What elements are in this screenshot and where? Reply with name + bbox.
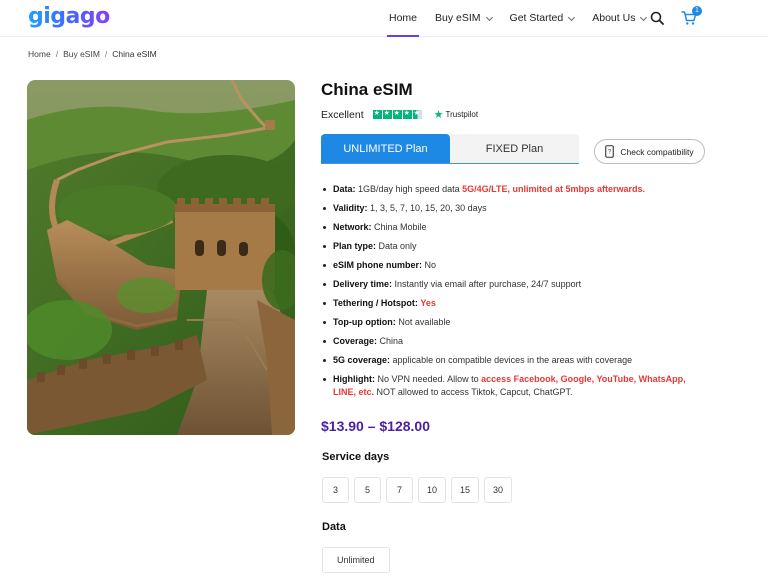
service-days-label: Service days <box>322 451 390 463</box>
spec-5g-coverage: 5G coverage: applicable on compatible de… <box>321 354 711 367</box>
service-day-option[interactable]: 10 <box>418 477 447 503</box>
chevron-down-icon <box>485 13 493 21</box>
phone-icon: ? <box>605 145 615 158</box>
breadcrumb-separator: / <box>55 49 59 59</box>
service-day-option[interactable]: 30 <box>484 477 513 503</box>
star-icon <box>392 109 402 119</box>
spec-highlight: Highlight: No VPN needed. Allow to acces… <box>321 373 711 399</box>
breadcrumb-buy-esim[interactable]: Buy eSIM <box>63 49 100 59</box>
breadcrumb-current: China eSIM <box>112 49 157 59</box>
product-title: China eSIM <box>321 80 413 99</box>
trustpilot-logo: ★ Trustpilot <box>433 109 479 121</box>
tab-fixed-plan[interactable]: FIXED Plan <box>450 134 579 163</box>
search-icon[interactable] <box>650 11 664 25</box>
service-day-option[interactable]: 3 <box>322 477 349 503</box>
spec-tethering: Tethering / Hotspot: Yes <box>321 297 711 310</box>
spec-phone-number: eSIM phone number: No <box>321 259 711 272</box>
main-nav: Home Buy eSIM Get Started About Us <box>380 0 655 37</box>
nav-about-us[interactable]: About Us <box>592 0 648 37</box>
spec-validity: Validity: 1, 3, 5, 7, 10, 15, 20, 30 day… <box>321 202 711 215</box>
service-day-option[interactable]: 15 <box>451 477 480 503</box>
spec-data: Data: 1GB/day high speed data 5G/4G/LTE,… <box>321 183 711 196</box>
data-option-label: Data <box>322 521 346 533</box>
data-option-unlimited[interactable]: Unlimited <box>322 547 390 573</box>
service-days-options: 3 5 7 10 15 30 <box>322 477 517 503</box>
nav-get-started[interactable]: Get Started <box>510 0 576 37</box>
spec-delivery-time: Delivery time: Instantly via email after… <box>321 278 711 291</box>
site-header: gigago Home Buy eSIM Get Started About U… <box>0 0 768 37</box>
service-day-option[interactable]: 5 <box>354 477 381 503</box>
chevron-down-icon <box>640 13 648 21</box>
data-options: Unlimited <box>322 547 395 573</box>
rating-label: Excellent <box>321 108 364 121</box>
star-half-icon <box>412 109 422 119</box>
gigago-logo[interactable]: gigago <box>28 4 110 30</box>
breadcrumb-home[interactable]: Home <box>28 49 51 59</box>
plan-tabs: UNLIMITED Plan FIXED Plan <box>321 134 579 164</box>
spec-coverage: Coverage: China <box>321 335 711 348</box>
breadcrumb: Home / Buy eSIM / China eSIM <box>28 49 157 59</box>
nav-home[interactable]: Home <box>386 0 420 37</box>
spec-top-up: Top-up option: Not available <box>321 316 711 329</box>
tab-unlimited-plan[interactable]: UNLIMITED Plan <box>321 134 450 163</box>
rating-stars <box>372 109 423 119</box>
star-icon <box>402 109 412 119</box>
trustpilot-star-icon: ★ <box>433 109 444 121</box>
service-day-option[interactable]: 7 <box>386 477 413 503</box>
spec-plan-type: Plan type: Data only <box>321 240 711 253</box>
star-icon <box>382 109 392 119</box>
price-range: $13.90 – $128.00 <box>321 418 430 434</box>
spec-network: Network: China Mobile <box>321 221 711 234</box>
svg-text:?: ? <box>608 150 612 156</box>
breadcrumb-separator: / <box>104 49 108 59</box>
plan-specs-list: Data: 1GB/day high speed data 5G/4G/LTE,… <box>321 183 711 405</box>
cart-count-badge: 1 <box>692 6 702 16</box>
nav-buy-esim[interactable]: Buy eSIM <box>435 0 493 37</box>
trustpilot-rating[interactable]: Excellent ★ Trustpilot <box>321 108 479 122</box>
star-icon <box>372 109 382 119</box>
chevron-down-icon <box>568 13 576 21</box>
check-compatibility-button[interactable]: ? Check compatibility <box>594 139 705 164</box>
product-image-great-wall <box>27 80 295 435</box>
